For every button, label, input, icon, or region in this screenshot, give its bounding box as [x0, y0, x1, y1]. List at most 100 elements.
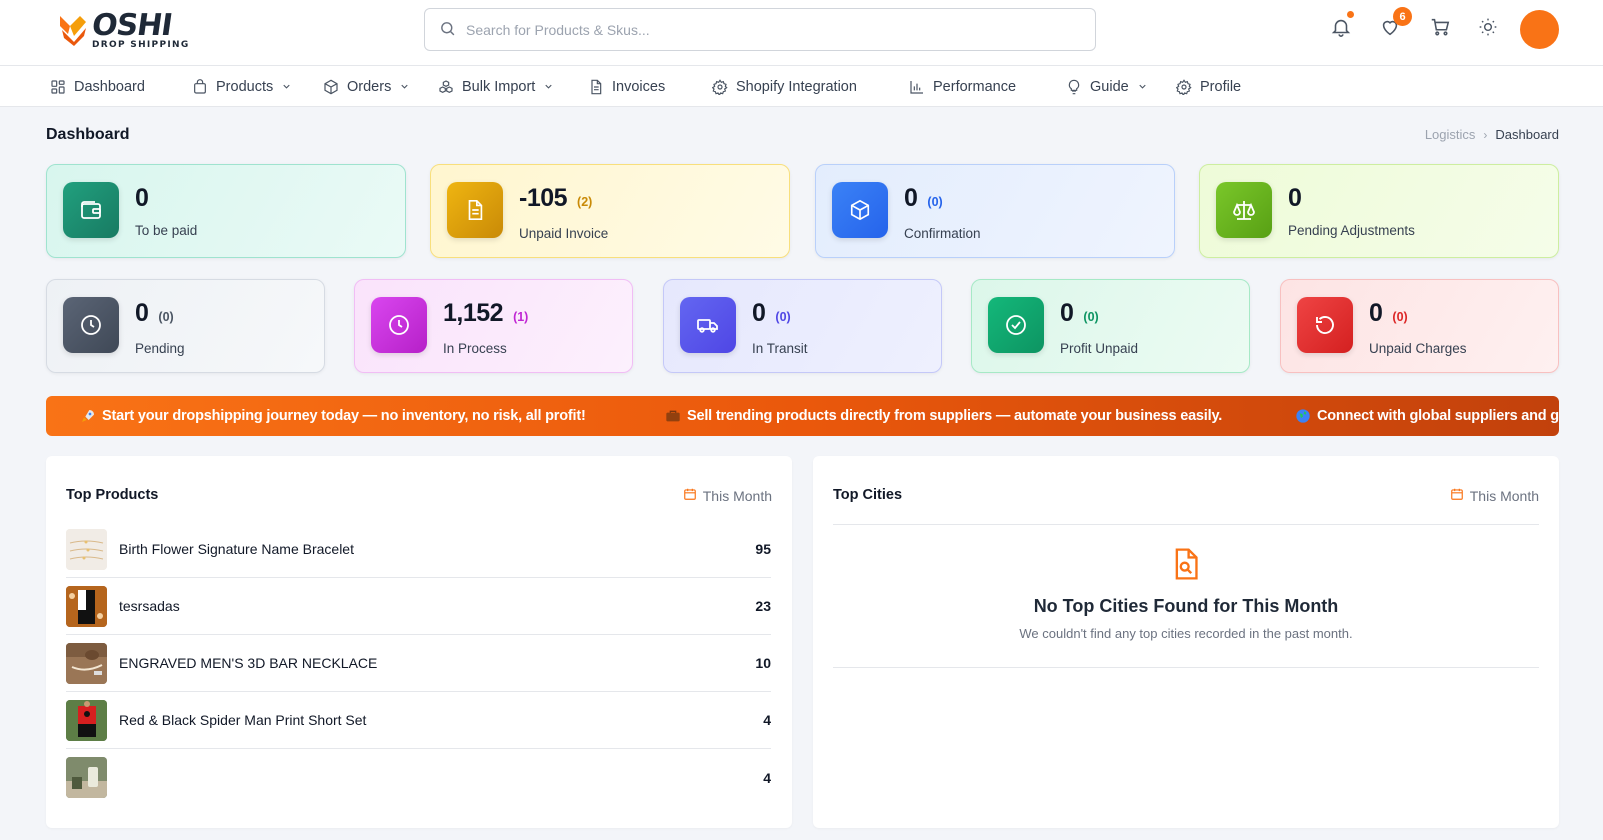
product-thumbnail	[66, 528, 107, 570]
stat-card-confirmation[interactable]: 0 (0) Confirmation	[815, 164, 1175, 258]
stat-label: In Process	[443, 341, 507, 356]
stat-label: Pending	[135, 341, 185, 356]
period-filter-label: This Month	[702, 487, 772, 504]
stat-label: Unpaid Charges	[1369, 341, 1467, 356]
scale-icon	[1216, 182, 1272, 238]
stat-card-unpaid-charges[interactable]: 0 (0) Unpaid Charges	[1280, 279, 1559, 373]
nav-item-guide[interactable]: Guide	[1066, 66, 1148, 107]
cart-button[interactable]	[1427, 15, 1453, 41]
file-icon	[588, 79, 604, 95]
nav-item-performance[interactable]: Performance	[909, 66, 1016, 107]
ticker-text: Sell trending products directly from sup…	[687, 408, 1223, 424]
chevron-down-icon	[1137, 81, 1148, 92]
grid-icon	[50, 79, 66, 95]
divider	[833, 524, 1539, 525]
nav-item-products[interactable]: Products	[192, 66, 292, 107]
nav-item-shopify-integration[interactable]: Shopify Integration	[712, 66, 857, 107]
stat-value: 0	[1369, 299, 1383, 327]
avatar[interactable]	[1520, 10, 1559, 49]
stat-value: 0	[752, 299, 766, 327]
bag-icon	[192, 78, 208, 95]
stat-label: Pending Adjustments	[1288, 223, 1415, 238]
theme-toggle-button[interactable]	[1475, 15, 1501, 41]
nav-item-bulk-import[interactable]: Bulk Import	[438, 66, 554, 107]
nav-item-label: Shopify Integration	[736, 78, 857, 95]
product-thumbnail	[66, 699, 107, 741]
clock-icon	[371, 297, 427, 353]
top-cities-panel: Top Cities This Month No Top Cities Foun…	[813, 456, 1559, 828]
stat-value: 0	[904, 184, 918, 212]
nav-item-profile[interactable]: Profile	[1176, 66, 1241, 107]
stat-sub: (0)	[927, 195, 943, 209]
chevron-down-icon	[281, 81, 292, 92]
stat-sub: (0)	[1392, 310, 1408, 324]
stat-value: 0	[135, 184, 149, 212]
product-thumbnail	[66, 585, 107, 627]
empty-state-text: We couldn't find any top cities recorded…	[1019, 626, 1353, 641]
search-icon	[439, 20, 456, 40]
list-item[interactable]: 4	[66, 749, 771, 806]
nav-item-label: Invoices	[612, 78, 666, 95]
nav-item-invoices[interactable]: Invoices	[588, 66, 665, 107]
calendar-icon	[683, 487, 697, 504]
chevron-down-icon	[399, 81, 410, 92]
check-circle-icon	[988, 297, 1044, 353]
stat-value: 0	[1060, 299, 1074, 327]
product-name: ENGRAVED MEN'S 3D BAR NECKLACE	[119, 655, 378, 671]
product-name: Red & Black Spider Man Print Short Set	[119, 712, 367, 728]
gear-icon	[1176, 78, 1192, 95]
breadcrumb: Logistics › Dashboard	[1425, 127, 1559, 142]
stat-sub: (0)	[775, 310, 791, 324]
stat-label: Unpaid Invoice	[519, 226, 609, 241]
divider	[833, 667, 1539, 668]
product-count: 4	[763, 712, 771, 728]
nav-item-dashboard[interactable]: Dashboard	[50, 66, 145, 107]
stat-value: 0	[1288, 184, 1302, 212]
nav-item-label: Performance	[933, 78, 1017, 95]
nav-item-label: Orders	[347, 78, 392, 95]
notifications-button[interactable]	[1328, 11, 1354, 41]
ticker-item: Connect with global suppliers and gro	[1295, 408, 1559, 424]
period-filter[interactable]: This Month	[1450, 487, 1539, 504]
breadcrumb-link[interactable]: Logistics	[1425, 127, 1476, 142]
calendar-icon	[1450, 487, 1464, 504]
ticker-item: Start your dropshipping journey today — …	[80, 408, 665, 424]
nav-item-orders[interactable]: Orders	[323, 66, 410, 107]
list-item[interactable]: ENGRAVED MEN'S 3D BAR NECKLACE 10	[66, 635, 771, 692]
briefcase-icon	[665, 408, 681, 424]
stat-label: Profit Unpaid	[1060, 341, 1139, 356]
period-filter-label: This Month	[1469, 487, 1539, 504]
globe-icon	[1295, 408, 1311, 424]
stat-card-in-transit[interactable]: 0 (0) In Transit	[663, 279, 942, 373]
stat-card-in-process[interactable]: 1,152 (1) In Process	[354, 279, 633, 373]
announcement-ticker: Start your dropshipping journey today — …	[46, 396, 1559, 436]
stat-label: In Transit	[752, 341, 808, 356]
search-input[interactable]	[466, 21, 1066, 38]
panel-title: Top Cities	[833, 487, 903, 503]
list-item[interactable]: tesrsadas 23	[66, 578, 771, 635]
stat-value: 1,152	[443, 299, 504, 327]
stat-card-pending-adjustments[interactable]: 0 Pending Adjustments	[1199, 164, 1559, 258]
top-products-panel: Top Products This Month Birth Flower Sig…	[46, 456, 792, 828]
product-count: 4	[763, 769, 771, 786]
period-filter[interactable]: This Month	[683, 487, 772, 504]
list-item[interactable]: Red & Black Spider Man Print Short Set 4	[66, 692, 771, 749]
stat-card-pending[interactable]: 0 (0) Pending	[46, 279, 325, 373]
search-box[interactable]	[424, 8, 1096, 51]
empty-state-title: No Top Cities Found for This Month	[1033, 596, 1339, 616]
stat-card-unpaid-invoice[interactable]: -105 (2) Unpaid Invoice	[430, 164, 790, 258]
logo-mark-icon	[58, 12, 90, 48]
logo[interactable]: OSHI DROP SHIPPING	[58, 8, 190, 50]
notification-dot	[1347, 11, 1354, 18]
product-name: Birth Flower Signature Name Bracelet	[119, 541, 354, 557]
wishlist-badge: 6	[1393, 7, 1412, 26]
list-item[interactable]: Birth Flower Signature Name Bracelet 95	[66, 521, 771, 578]
stat-sub: (0)	[1083, 310, 1099, 324]
top-header: OSHI DROP SHIPPING 6	[0, 0, 1603, 66]
box-icon	[323, 79, 339, 95]
stat-card-to-be-paid[interactable]: 0 To be paid	[46, 164, 406, 258]
wishlist-button[interactable]: 6	[1377, 7, 1412, 41]
package-icon	[832, 182, 888, 238]
bell-icon	[1330, 16, 1352, 41]
stat-card-profit-unpaid[interactable]: 0 (0) Profit Unpaid	[971, 279, 1250, 373]
